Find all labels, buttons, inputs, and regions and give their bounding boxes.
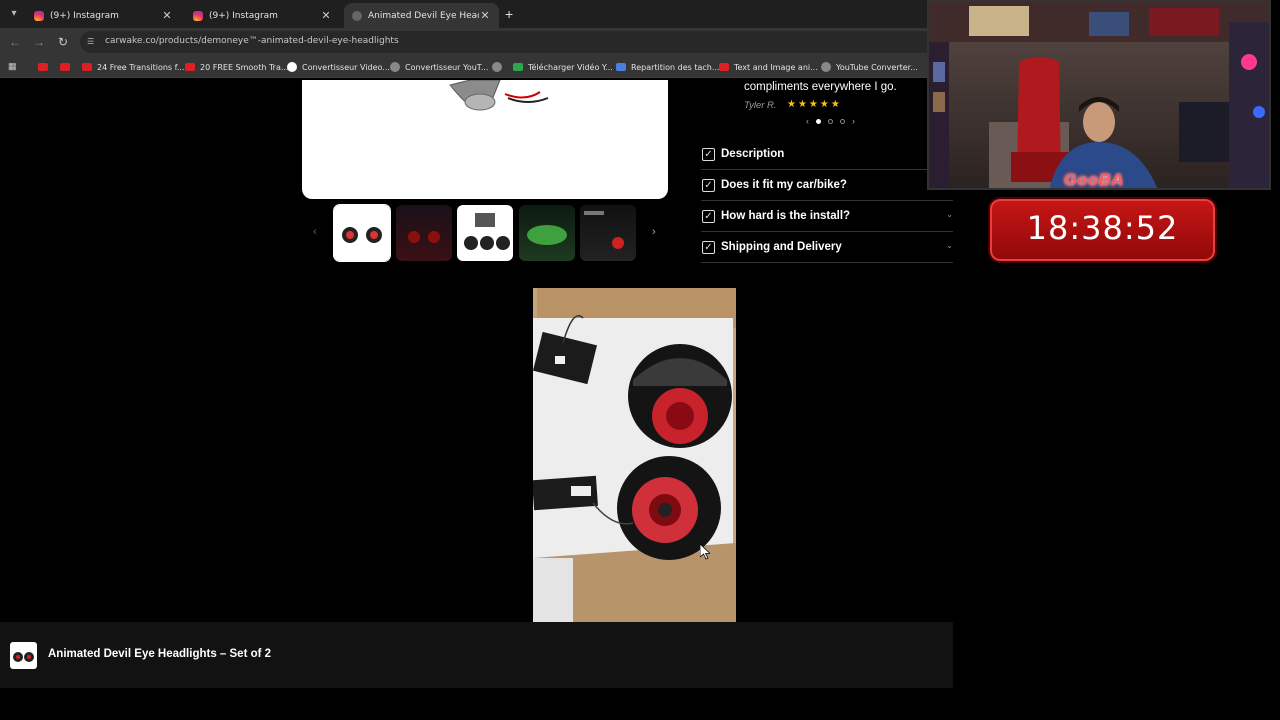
product-main-image[interactable] [302, 80, 668, 199]
download-icon [513, 63, 523, 71]
bookmark-item[interactable] [60, 60, 75, 74]
bookmark-item[interactable]: Télécharger Vidéo Y... [513, 60, 613, 74]
apps-grid-icon[interactable]: ▦ [8, 61, 19, 72]
chevron-down-icon: ⌄ [946, 210, 953, 219]
webcam-overlay [927, 0, 1271, 190]
youtube-icon [38, 63, 48, 71]
bookmark-label: Text and Image ani... [734, 62, 818, 72]
remote-image [449, 80, 549, 111]
bookmark-label: Convertisseur Video... [302, 62, 390, 72]
tab-title: (9+) Instagram [50, 10, 119, 21]
tab-bar: ▾ (9+) Instagram ✕ (9+) Instagram ✕ Anim… [0, 0, 953, 28]
new-tab-icon[interactable]: + [505, 6, 513, 22]
bookmark-item[interactable]: Convertisseur Video... [287, 60, 390, 74]
youtube-icon [719, 63, 729, 71]
bookmark-item[interactable]: YouTube Converter... [821, 60, 918, 74]
checkbox-icon: ✓ [702, 179, 715, 192]
accordion-install[interactable]: ✓ How hard is the install? ⌄ [701, 201, 953, 232]
prev-review-icon[interactable]: ‹ [806, 116, 809, 126]
accordion-label: Description [721, 148, 785, 160]
sticky-product-thumbnail [10, 642, 37, 669]
tab-title: Animated Devil Eye Headlights [368, 10, 479, 21]
streamer-name: GooBA [1064, 172, 1125, 189]
tab-title: (9+) Instagram [209, 10, 278, 21]
review-stars: ★★★★★ [787, 99, 842, 110]
pagination-dot[interactable] [828, 118, 833, 124]
thumbnail-4[interactable] [519, 205, 575, 261]
accordion-label: Shipping and Delivery [721, 241, 842, 253]
instagram-icon [34, 10, 44, 21]
bookmark-item[interactable] [492, 60, 507, 74]
accordion-description[interactable]: ✓ Description [701, 139, 953, 170]
reload-icon[interactable]: ↻ [55, 34, 71, 50]
review-author: Tyler R. [744, 100, 777, 111]
bookmark-item[interactable]: 20 FREE Smooth Tra... [185, 60, 288, 74]
product-page: ‹ › compliments everywhere I go. Tyler R… [0, 78, 953, 720]
bookmark-item[interactable]: Convertisseur YouT... [390, 60, 488, 74]
thumbnail-1[interactable] [333, 204, 391, 262]
stream-clock: 18:38:52 [988, 197, 1217, 263]
converter-icon [390, 62, 400, 72]
accordion-label: How hard is the install? [721, 210, 851, 222]
globe-icon [821, 62, 831, 72]
checkbox-icon: ✓ [702, 210, 715, 223]
forward-icon[interactable]: → [31, 34, 47, 50]
thumbnail-2[interactable] [396, 205, 452, 261]
bookmark-item[interactable]: 24 Free Transitions f... [82, 60, 185, 74]
bookmark-label: Repartition des tach... [631, 62, 720, 72]
review-pagination: ‹ › [806, 116, 855, 126]
bookmark-label: YouTube Converter... [836, 62, 918, 72]
url-input[interactable]: ☰ carwake.co/products/demoneye™-animated… [80, 31, 953, 53]
bookmark-item[interactable] [38, 60, 53, 74]
thumb-next-icon[interactable]: › [652, 226, 656, 238]
product-unboxing-photo[interactable] [533, 288, 736, 622]
thumb-prev-icon[interactable]: ‹ [313, 226, 317, 238]
tab-product-page[interactable]: Animated Devil Eye Headlights ✕ [344, 3, 499, 28]
bookmark-label: 20 FREE Smooth Tra... [200, 62, 289, 72]
google-icon [287, 62, 297, 72]
tab-instagram-2[interactable]: (9+) Instagram ✕ [185, 3, 340, 28]
accordion-shipping[interactable]: ✓ Shipping and Delivery ⌄ [701, 232, 953, 263]
site-info-icon[interactable]: ☰ [87, 37, 97, 47]
accordion-label: Does it fit my car/bike? [721, 179, 847, 191]
accordion-fit[interactable]: ✓ Does it fit my car/bike? [701, 170, 953, 201]
youtube-icon [185, 63, 195, 71]
docs-icon [616, 63, 626, 71]
back-icon[interactable]: ← [7, 34, 23, 50]
bookmarks-bar: ▦ 24 Free Transitions f... 20 FREE Smoot… [0, 56, 953, 78]
instagram-icon [193, 10, 203, 21]
review-quote: compliments everywhere I go. [744, 81, 897, 93]
mouse-cursor-icon [700, 544, 710, 560]
clock-time: 18:38:52 [1026, 209, 1179, 247]
chevron-down-icon: ⌄ [946, 241, 953, 250]
close-tab-icon[interactable]: ✕ [320, 9, 332, 22]
checkbox-icon: ✓ [702, 241, 715, 254]
pagination-dot[interactable] [816, 118, 821, 124]
bookmark-item[interactable]: Repartition des tach... [616, 60, 719, 74]
globe-icon [352, 10, 362, 21]
sticky-product-bar: Animated Devil Eye Headlights – Set of 2 [0, 622, 953, 688]
tab-search-icon[interactable]: ▾ [6, 6, 22, 22]
address-toolbar: ← → ↻ ☰ carwake.co/products/demoneye™-an… [0, 28, 953, 56]
pagination-dot[interactable] [840, 118, 845, 124]
bookmark-item[interactable]: Text and Image ani... [719, 60, 818, 74]
url-text: carwake.co/products/demoneye™-animated-d… [105, 36, 399, 46]
tab-instagram-1[interactable]: (9+) Instagram ✕ [26, 3, 181, 28]
bookmark-label: Télécharger Vidéo Y... [528, 62, 613, 72]
thumbnail-5[interactable] [580, 205, 636, 261]
youtube-icon [82, 63, 92, 71]
checkbox-icon: ✓ [702, 148, 715, 161]
sticky-product-title: Animated Devil Eye Headlights – Set of 2 [48, 648, 272, 660]
bookmark-label: Convertisseur YouT... [405, 62, 489, 72]
globe-icon [492, 62, 502, 72]
youtube-icon [60, 63, 70, 71]
next-review-icon[interactable]: › [852, 116, 855, 126]
thumbnail-3[interactable] [457, 205, 513, 261]
bookmark-label: 24 Free Transitions f... [97, 62, 185, 72]
close-tab-icon[interactable]: ✕ [479, 9, 491, 22]
close-tab-icon[interactable]: ✕ [161, 9, 173, 22]
